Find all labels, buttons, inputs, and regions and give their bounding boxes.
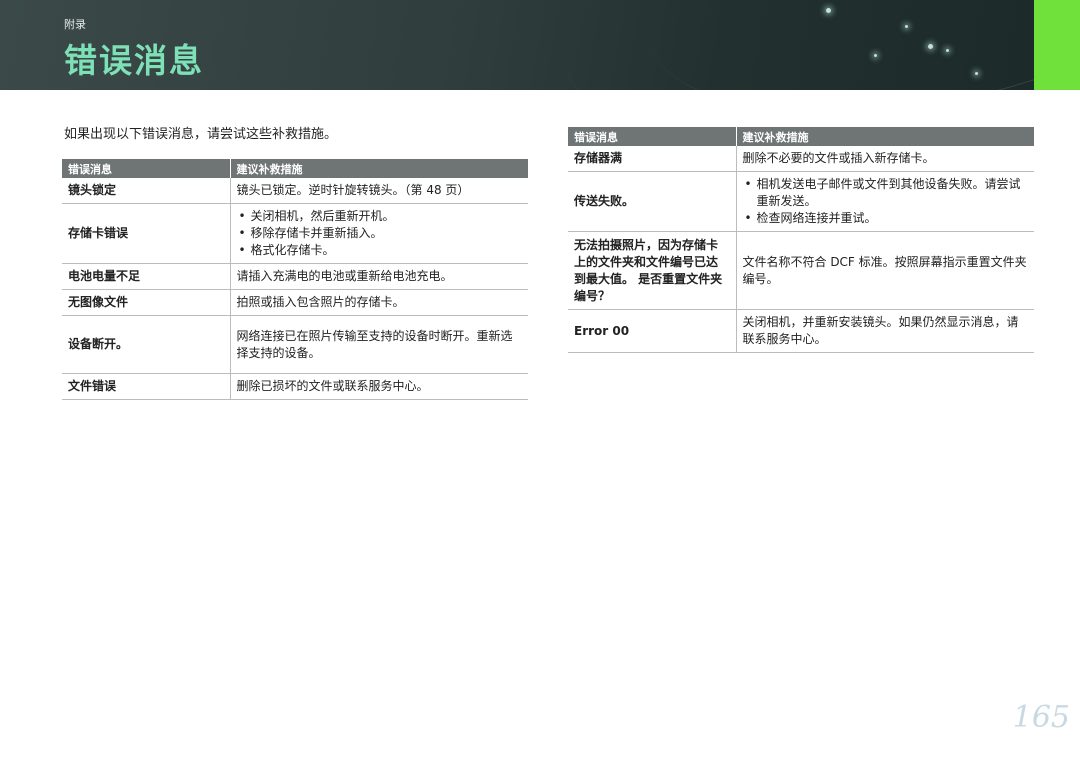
table-row: 无图像文件 拍照或插入包含照片的存储卡。 xyxy=(62,289,528,316)
remedy-bullet: 关闭相机，然后重新开机。 xyxy=(237,208,523,225)
error-remedy: 删除不必要的文件或插入新存储卡。 xyxy=(735,146,1034,172)
error-remedy: 拍照或插入包含照片的存储卡。 xyxy=(229,289,528,316)
error-remedy: 请插入充满电的电池或重新给电池充电。 xyxy=(229,263,528,290)
remedy-bullet: 检查网络连接并重试。 xyxy=(743,210,1029,227)
error-message: 文件错误 xyxy=(62,373,230,400)
table-row: 镜头锁定 镜头已锁定。逆时针旋转镜头。（第 48 页） xyxy=(62,178,528,204)
error-message: 无图像文件 xyxy=(62,289,230,316)
table-row: 传送失败。 相机发送电子邮件或文件到其他设备失败。请尝试重新发送。 检查网络连接… xyxy=(568,171,1034,232)
banner-decoration xyxy=(620,0,1034,90)
error-message: 镜头锁定 xyxy=(62,178,230,204)
table-row: 存储卡错误 关闭相机，然后重新开机。 移除存储卡并重新插入。 格式化存储卡。 xyxy=(62,203,528,264)
error-message: 存储卡错误 xyxy=(62,203,230,264)
error-remedy: 关闭相机，然后重新开机。 移除存储卡并重新插入。 格式化存储卡。 xyxy=(229,203,528,264)
sparkle-icon xyxy=(905,25,908,28)
intro-text: 如果出现以下错误消息，请尝试这些补救措施。 xyxy=(64,127,338,142)
error-message: 电池电量不足 xyxy=(62,263,230,290)
column-header-remedy: 建议补救措施 xyxy=(735,127,1034,146)
error-message: 无法拍摄照片，因为存储卡上的文件夹和文件编号已达到最大值。 是否重置文件夹编号？ xyxy=(568,231,736,310)
error-remedy: 关闭相机，并重新安装镜头。如果仍然显示消息，请联系服务中心。 xyxy=(735,309,1034,353)
error-message: 存储器满 xyxy=(568,146,736,172)
column-header-remedy: 建议补救措施 xyxy=(229,159,528,178)
table-row: 设备断开。 网络连接已在照片传输至支持的设备时断开。重新选择支持的设备。 xyxy=(62,315,528,374)
sparkle-icon xyxy=(874,54,877,57)
column-header-message: 错误消息 xyxy=(568,127,736,146)
table-row: 电池电量不足 请插入充满电的电池或重新给电池充电。 xyxy=(62,263,528,290)
header-banner: 附录 错误消息 xyxy=(0,0,1034,90)
sparkle-icon xyxy=(826,8,831,13)
error-message: 传送失败。 xyxy=(568,171,736,232)
error-remedy: 删除已损坏的文件或联系服务中心。 xyxy=(229,373,528,400)
table-row: 存储器满 删除不必要的文件或插入新存储卡。 xyxy=(568,146,1034,172)
remedy-bullet: 移除存储卡并重新插入。 xyxy=(237,225,523,242)
chapter-tab xyxy=(1034,0,1080,90)
remedy-bullet: 相机发送电子邮件或文件到其他设备失败。请尝试重新发送。 xyxy=(743,176,1029,210)
remedy-bullet: 格式化存储卡。 xyxy=(237,242,523,259)
table-row: 文件错误 删除已损坏的文件或联系服务中心。 xyxy=(62,373,528,400)
error-remedy: 文件名称不符合 DCF 标准。按照屏幕指示重置文件夹编号。 xyxy=(735,231,1034,310)
error-table-left: 错误消息 建议补救措施 镜头锁定 镜头已锁定。逆时针旋转镜头。（第 48 页） … xyxy=(62,159,528,400)
error-message: Error 00 xyxy=(568,309,736,353)
table-row: Error 00 关闭相机，并重新安装镜头。如果仍然显示消息，请联系服务中心。 xyxy=(568,309,1034,353)
error-remedy: 相机发送电子邮件或文件到其他设备失败。请尝试重新发送。 检查网络连接并重试。 xyxy=(735,171,1034,232)
sparkle-icon xyxy=(928,44,933,49)
page-number: 165 xyxy=(1012,700,1070,735)
error-message: 设备断开。 xyxy=(62,315,230,374)
section-label: 附录 xyxy=(64,18,86,31)
error-remedy: 网络连接已在照片传输至支持的设备时断开。重新选择支持的设备。 xyxy=(229,315,528,374)
error-table-right: 错误消息 建议补救措施 存储器满 删除不必要的文件或插入新存储卡。 传送失败。 … xyxy=(568,127,1034,353)
error-remedy: 镜头已锁定。逆时针旋转镜头。（第 48 页） xyxy=(229,178,528,204)
sparkle-icon xyxy=(975,72,978,75)
sparkle-icon xyxy=(946,49,949,52)
page-title: 错误消息 xyxy=(64,41,204,80)
table-row: 无法拍摄照片，因为存储卡上的文件夹和文件编号已达到最大值。 是否重置文件夹编号？… xyxy=(568,231,1034,310)
column-header-message: 错误消息 xyxy=(62,159,230,178)
